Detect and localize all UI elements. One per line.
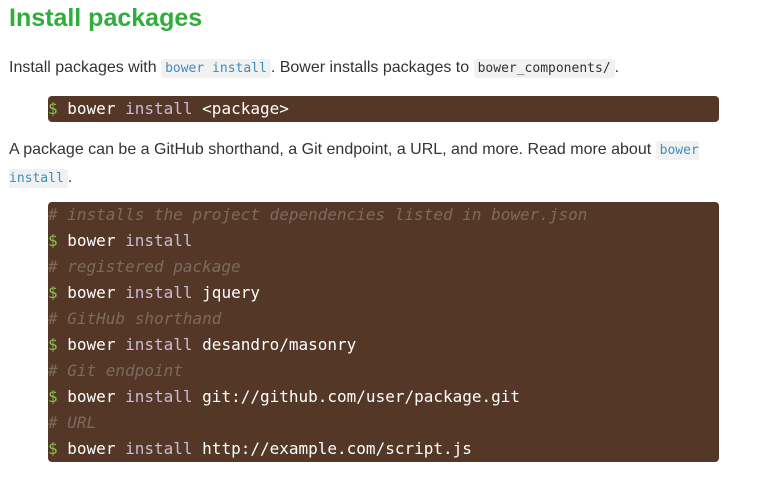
subcommand: install bbox=[125, 387, 193, 406]
intro-paragraph: Install packages with bower install. Bow… bbox=[9, 54, 749, 82]
subcommand: install bbox=[125, 231, 193, 250]
argument: git://github.com/user/package.git bbox=[202, 387, 521, 406]
code-comment: # installs the project dependencies list… bbox=[48, 205, 588, 224]
argument: jquery bbox=[202, 283, 260, 302]
shell-prompt: $ bbox=[48, 99, 58, 118]
code-comment: # URL bbox=[48, 413, 97, 432]
intro-text-before: Install packages with bbox=[9, 59, 162, 76]
code-comment: # registered package bbox=[48, 257, 241, 276]
subcommand: install bbox=[125, 335, 193, 354]
code-line: $ bower install <package> bbox=[48, 96, 719, 122]
command: bower bbox=[67, 99, 116, 118]
code-line: $ bower install jquery bbox=[48, 280, 719, 306]
install-package-snippet: $ bower install <package> bbox=[48, 96, 719, 122]
code-line: $ bower install git://github.com/user/pa… bbox=[48, 384, 719, 410]
code-comment: # GitHub shorthand bbox=[48, 309, 222, 328]
shell-prompt: $ bbox=[48, 439, 58, 458]
command: bower bbox=[67, 335, 116, 354]
package-types-paragraph: A package can be a GitHub shorthand, a G… bbox=[9, 136, 724, 192]
types-text-before: A package can be a GitHub shorthand, a G… bbox=[9, 141, 656, 158]
subcommand: install bbox=[125, 283, 193, 302]
command: bower bbox=[67, 387, 116, 406]
code-comment: # Git endpoint bbox=[48, 361, 183, 380]
bower-components-code: bower_components/ bbox=[473, 59, 615, 78]
intro-text-middle: . Bower installs packages to bbox=[270, 59, 474, 76]
intro-text-after: . bbox=[614, 59, 620, 76]
argument: desandro/masonry bbox=[202, 335, 357, 354]
shell-prompt: $ bbox=[48, 335, 58, 354]
shell-prompt: $ bbox=[48, 231, 58, 250]
subcommand: install bbox=[125, 99, 193, 118]
command: bower bbox=[67, 439, 116, 458]
subcommand: install bbox=[125, 439, 193, 458]
command: bower bbox=[67, 283, 116, 302]
shell-prompt: $ bbox=[48, 387, 58, 406]
code-line: $ bower install http://example.com/scrip… bbox=[48, 436, 719, 462]
command: bower bbox=[67, 231, 116, 250]
argument: <package> bbox=[202, 99, 289, 118]
argument: http://example.com/script.js bbox=[202, 439, 472, 458]
code-line: $ bower install bbox=[48, 228, 719, 254]
section-heading: Install packages bbox=[9, 4, 203, 32]
install-examples-snippet: # installs the project dependencies list… bbox=[48, 202, 719, 462]
types-text-after: . bbox=[67, 169, 73, 186]
bower-install-link[interactable]: bower install bbox=[161, 59, 271, 78]
code-line: $ bower install desandro/masonry bbox=[48, 332, 719, 358]
shell-prompt: $ bbox=[48, 283, 58, 302]
